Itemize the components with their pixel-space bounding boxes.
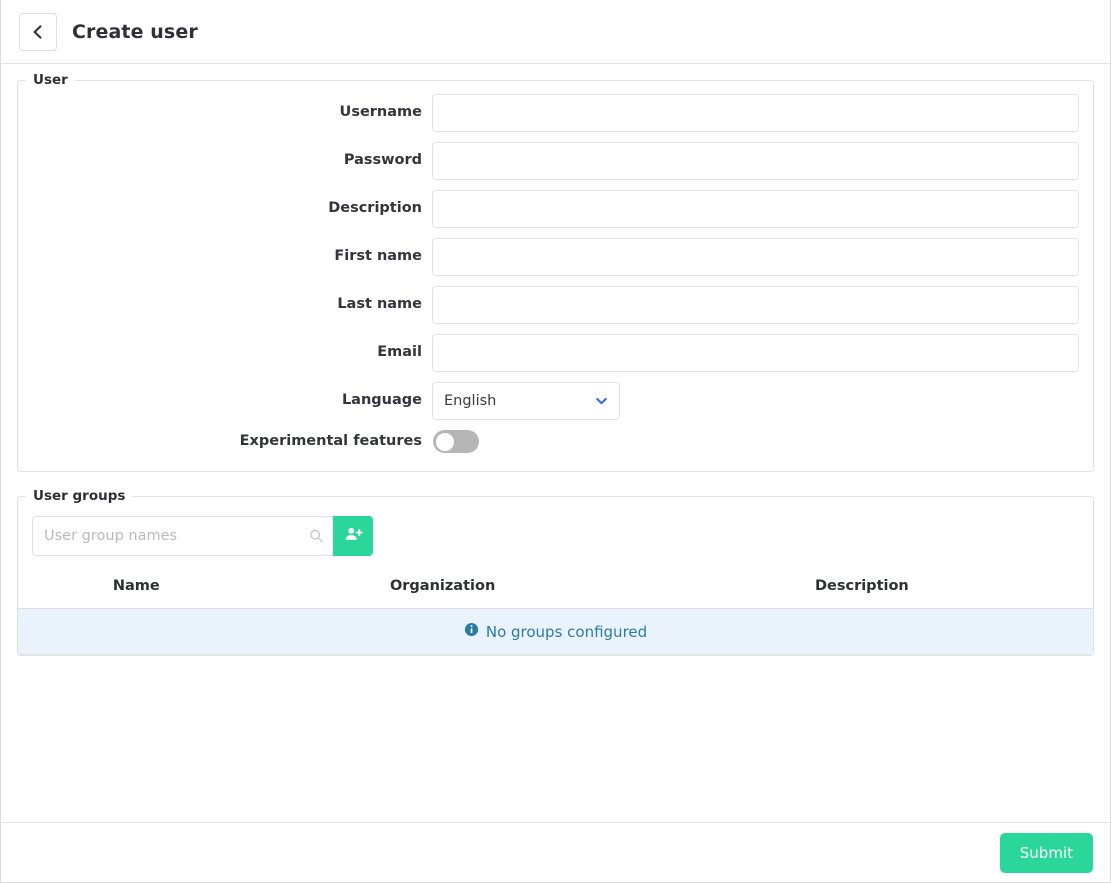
group-search-input[interactable]	[33, 517, 333, 555]
form-row-description: Description	[32, 190, 1079, 228]
add-group-button[interactable]	[333, 516, 373, 556]
label-description: Description	[328, 200, 422, 217]
user-groups-panel-legend: User groups	[33, 488, 126, 504]
column-header-organization: Organization	[254, 572, 631, 609]
column-header-description: Description	[630, 572, 1093, 609]
description-input[interactable]	[432, 190, 1079, 228]
form-row-password: Password	[32, 142, 1079, 180]
form-row-username: Username	[32, 94, 1079, 132]
magnifier-icon	[309, 529, 324, 544]
info-circle-icon	[464, 622, 479, 641]
page-header: Create user	[1, 0, 1110, 64]
form-row-first-name: First name	[32, 238, 1079, 276]
username-input[interactable]	[432, 94, 1079, 132]
user-add-icon	[344, 525, 363, 547]
empty-state-message: No groups configured	[485, 622, 648, 641]
form-row-email: Email	[32, 334, 1079, 372]
label-last-name: Last name	[337, 296, 422, 313]
label-language: Language	[341, 392, 422, 409]
column-header-name: Name	[18, 572, 255, 609]
form-row-last-name: Last name	[32, 286, 1079, 324]
groups-table-body: No groups configured	[18, 608, 1093, 655]
toggle-knob	[436, 432, 454, 451]
create-user-page: Create user User Username Password Descr…	[0, 0, 1111, 883]
page-title: Create user	[72, 20, 198, 43]
label-experimental-features: Experimental features	[239, 432, 422, 449]
back-button[interactable]	[19, 12, 57, 51]
groups-table-head: Name Organization Description	[18, 572, 1093, 609]
empty-state-content: No groups configured	[464, 622, 647, 641]
password-input[interactable]	[432, 142, 1079, 180]
user-panel-body: Username Password Description First name	[18, 88, 1093, 471]
user-panel-legend: User	[33, 72, 68, 88]
groups-table-header-row: Name Organization Description	[18, 572, 1093, 609]
group-search-bar	[32, 516, 373, 556]
page-content: User Username Password Description First…	[1, 64, 1110, 656]
language-select[interactable]: English	[432, 382, 620, 420]
last-name-input[interactable]	[432, 286, 1079, 324]
page-footer: Submit	[1, 822, 1110, 882]
form-row-experimental-features: Experimental features	[32, 430, 1079, 453]
user-groups-panel: User groups User group names Name Organi…	[17, 488, 1094, 656]
chevron-left-icon	[30, 24, 46, 40]
language-select-wrapper: English	[432, 382, 620, 420]
user-panel: User Username Password Description First…	[17, 72, 1094, 472]
experimental-features-toggle[interactable]	[433, 430, 479, 453]
empty-state-cell: No groups configured	[18, 608, 1093, 655]
label-username: Username	[339, 104, 422, 121]
email-input[interactable]	[432, 334, 1079, 372]
form-row-language: Language English	[32, 382, 1079, 420]
label-password: Password	[343, 152, 422, 169]
label-email: Email	[377, 344, 422, 361]
groups-table-empty-row: No groups configured	[18, 608, 1093, 655]
group-search-field	[32, 516, 333, 556]
submit-button[interactable]: Submit	[999, 832, 1093, 873]
label-first-name: First name	[334, 248, 422, 265]
groups-table: Name Organization Description No groups …	[18, 572, 1093, 655]
first-name-input[interactable]	[432, 238, 1079, 276]
